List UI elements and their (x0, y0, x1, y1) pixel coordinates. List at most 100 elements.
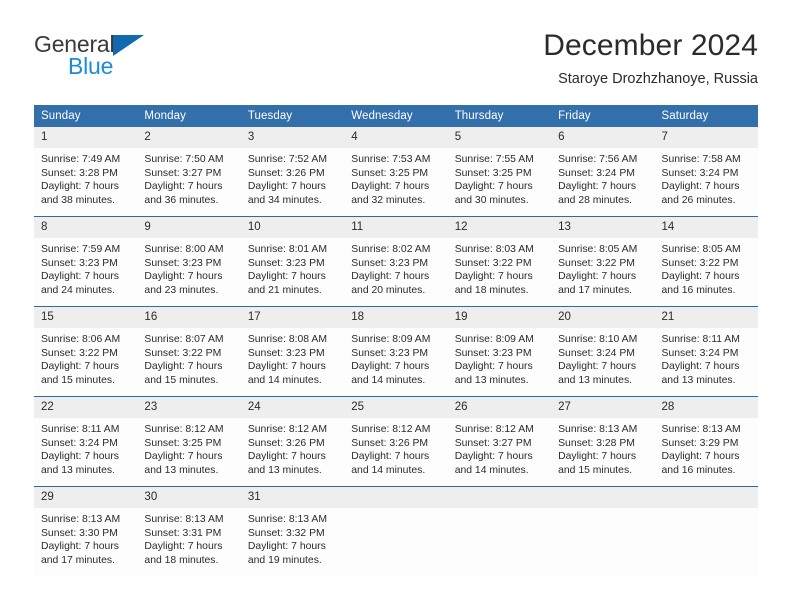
sunset-text: Sunset: 3:22 PM (144, 347, 222, 359)
daylight-text-line1: Daylight: 7 hours (351, 361, 430, 373)
day-number: 4 (344, 127, 448, 148)
daylight-text-line2: and 13 minutes. (41, 464, 115, 476)
calendar-day-cell[interactable]: 8 Sunrise: 7:59 AM Sunset: 3:23 PM Daylight… (34, 216, 138, 307)
calendar-day-cell[interactable]: 7 Sunrise: 7:58 AM Sunset: 3:24 PM Daylight… (654, 127, 758, 217)
calendar-day-cell[interactable]: 16 Sunrise: 8:07 AM Sunset: 3:22 PM Dayligh… (137, 306, 241, 397)
day-number: 28 (654, 397, 758, 418)
daylight-text-line1: Daylight: 7 hours (454, 451, 533, 463)
sunset-text: Sunset: 3:24 PM (558, 167, 635, 179)
sunrise-text: Sunrise: 7:50 AM (144, 154, 224, 165)
day-number: 12 (447, 217, 552, 238)
daylight-text-line1: Daylight: 7 hours (41, 181, 119, 193)
sunrise-text: Sunrise: 8:13 AM (41, 514, 121, 525)
calendar-day-cell[interactable]: 11 Sunrise: 8:02 AM Sunset: 3:23 PM Dayligh… (344, 216, 448, 307)
calendar-day-cell[interactable]: 12 Sunrise: 8:03 AM Sunset: 3:22 PM Dayligh… (447, 216, 552, 307)
calendar-week-row: 22 Sunrise: 8:11 AM Sunset: 3:24 PM Dayligh… (34, 396, 758, 487)
sunset-text: Sunset: 3:23 PM (247, 257, 325, 269)
day-details: Sunrise: 7:55 AM Sunset: 3:25 PM Daylight:… (448, 148, 551, 207)
daylight-text-line2: and 32 minutes. (351, 194, 426, 206)
sunset-text: Sunset: 3:25 PM (144, 437, 222, 449)
calendar-day-cell[interactable]: 31 Sunrise: 8:13 AM Sunset: 3:32 PM Dayligh… (240, 486, 345, 576)
daylight-text-line1: Daylight: 7 hours (454, 361, 533, 373)
daylight-text-line2: and 28 minutes. (558, 194, 633, 206)
calendar-day-cell[interactable]: 3 Sunrise: 7:52 AM Sunset: 3:26 PM Daylight… (240, 127, 345, 217)
day-details: Sunrise: 8:13 AM Sunset: 3:29 PM Daylight:… (655, 418, 758, 477)
sunrise-text: Sunrise: 7:58 AM (661, 154, 741, 165)
daylight-text-line2: and 18 minutes. (454, 284, 529, 296)
brand-logo[interactable]: General Blue (34, 32, 254, 90)
calendar-day-cell[interactable]: 17 Sunrise: 8:08 AM Sunset: 3:23 PM Dayligh… (240, 306, 345, 397)
daylight-text-line2: and 15 minutes. (41, 374, 115, 386)
calendar-day-cell[interactable]: 28 Sunrise: 8:13 AM Sunset: 3:29 PM Dayligh… (654, 396, 758, 487)
day-details: Sunrise: 7:59 AM Sunset: 3:23 PM Daylight:… (34, 238, 137, 297)
day-number: 13 (551, 217, 655, 238)
day-details: Sunrise: 8:13 AM Sunset: 3:31 PM Daylight:… (137, 508, 240, 567)
daylight-text-line2: and 14 minutes. (454, 464, 529, 476)
day-number: 19 (447, 307, 552, 328)
day-number: 30 (137, 487, 241, 508)
calendar-day-cell[interactable]: 30 Sunrise: 8:13 AM Sunset: 3:31 PM Dayligh… (137, 486, 241, 576)
daylight-text-line2: and 13 minutes. (661, 374, 736, 386)
calendar-day-cell[interactable]: 25 Sunrise: 8:12 AM Sunset: 3:26 PM Dayligh… (344, 396, 448, 487)
day-details: Sunrise: 7:49 AM Sunset: 3:28 PM Daylight:… (34, 148, 137, 207)
calendar-day-cell[interactable]: 18 Sunrise: 8:09 AM Sunset: 3:23 PM Dayligh… (344, 306, 448, 397)
sunset-text: Sunset: 3:24 PM (661, 347, 739, 359)
calendar-day-cell[interactable]: 21 Sunrise: 8:11 AM Sunset: 3:24 PM Dayligh… (654, 306, 758, 397)
daylight-text-line2: and 16 minutes. (661, 464, 736, 476)
calendar-day-cell-empty (654, 486, 758, 576)
sunrise-text: Sunrise: 8:02 AM (351, 244, 431, 255)
sunset-text: Sunset: 3:23 PM (351, 347, 429, 359)
day-details: Sunrise: 8:01 AM Sunset: 3:23 PM Daylight:… (241, 238, 344, 297)
calendar-day-cell[interactable]: 24 Sunrise: 8:12 AM Sunset: 3:26 PM Dayligh… (240, 396, 345, 487)
sunrise-text: Sunrise: 8:07 AM (144, 334, 224, 345)
calendar-day-cell[interactable]: 6 Sunrise: 7:56 AM Sunset: 3:24 PM Daylight… (551, 127, 655, 217)
brand-name-blue: Blue (68, 53, 114, 79)
calendar-day-cell[interactable]: 4 Sunrise: 7:53 AM Sunset: 3:25 PM Daylight… (344, 127, 448, 217)
daylight-text-line2: and 17 minutes. (41, 554, 115, 566)
day-number: 9 (137, 217, 241, 238)
day-number: 23 (137, 397, 241, 418)
calendar-day-cell[interactable]: 13 Sunrise: 8:05 AM Sunset: 3:22 PM Dayligh… (551, 216, 655, 307)
day-details: Sunrise: 8:00 AM Sunset: 3:23 PM Daylight:… (137, 238, 240, 297)
calendar-day-cell[interactable]: 19 Sunrise: 8:09 AM Sunset: 3:23 PM Dayligh… (447, 306, 552, 397)
calendar-day-cell[interactable]: 27 Sunrise: 8:13 AM Sunset: 3:28 PM Dayligh… (551, 396, 655, 487)
day-details: Sunrise: 8:02 AM Sunset: 3:23 PM Daylight:… (344, 238, 447, 297)
day-number: 3 (240, 127, 345, 148)
daylight-text-line1: Daylight: 7 hours (661, 451, 740, 463)
title-block: December 2024 Staroye Drozhzhanoye, Russ… (543, 28, 758, 90)
sunset-text: Sunset: 3:23 PM (41, 257, 118, 269)
daylight-text-line1: Daylight: 7 hours (558, 361, 637, 373)
calendar-day-cell[interactable]: 22 Sunrise: 8:11 AM Sunset: 3:24 PM Dayligh… (34, 396, 138, 487)
calendar-day-cell[interactable]: 23 Sunrise: 8:12 AM Sunset: 3:25 PM Dayligh… (137, 396, 241, 487)
sunset-text: Sunset: 3:24 PM (558, 347, 635, 359)
sunrise-text: Sunrise: 7:52 AM (247, 154, 327, 165)
day-number: 27 (551, 397, 655, 418)
calendar-day-cell[interactable]: 26 Sunrise: 8:12 AM Sunset: 3:27 PM Dayligh… (447, 396, 552, 487)
calendar-day-cell[interactable]: 29 Sunrise: 8:13 AM Sunset: 3:30 PM Dayligh… (34, 486, 138, 576)
sunrise-text: Sunrise: 8:09 AM (351, 334, 431, 345)
calendar-day-cell[interactable]: 10 Sunrise: 8:01 AM Sunset: 3:23 PM Dayligh… (240, 216, 345, 307)
calendar-week-row: 8 Sunrise: 7:59 AM Sunset: 3:23 PM Daylight… (34, 216, 758, 307)
sunset-text: Sunset: 3:23 PM (144, 257, 222, 269)
daylight-text-line2: and 16 minutes. (661, 284, 736, 296)
sunrise-text: Sunrise: 8:05 AM (661, 244, 741, 255)
day-number: 8 (34, 217, 138, 238)
daylight-text-line1: Daylight: 7 hours (41, 271, 119, 283)
day-details: Sunrise: 8:13 AM Sunset: 3:28 PM Daylight:… (551, 418, 654, 477)
daylight-text-line2: and 18 minutes. (144, 554, 219, 566)
calendar-day-cell[interactable]: 1 Sunrise: 7:49 AM Sunset: 3:28 PM Daylight… (34, 127, 138, 217)
day-number: 29 (34, 487, 138, 508)
calendar-day-cell[interactable]: 20 Sunrise: 8:10 AM Sunset: 3:24 PM Dayligh… (551, 306, 655, 397)
daylight-text-line1: Daylight: 7 hours (661, 181, 740, 193)
daylight-text-line1: Daylight: 7 hours (144, 181, 223, 193)
calendar-day-cell[interactable]: 15 Sunrise: 8:06 AM Sunset: 3:22 PM Dayligh… (34, 306, 138, 397)
calendar-day-cell[interactable]: 14 Sunrise: 8:05 AM Sunset: 3:22 PM Dayligh… (654, 216, 758, 307)
calendar-day-cell[interactable]: 2 Sunrise: 7:50 AM Sunset: 3:27 PM Daylight… (137, 127, 241, 217)
day-number (447, 487, 552, 508)
calendar-day-cell[interactable]: 9 Sunrise: 8:00 AM Sunset: 3:23 PM Daylight… (137, 216, 241, 307)
day-details: Sunrise: 8:09 AM Sunset: 3:23 PM Daylight:… (448, 328, 551, 387)
day-number: 20 (551, 307, 655, 328)
day-details: Sunrise: 7:50 AM Sunset: 3:27 PM Daylight:… (137, 148, 240, 207)
daylight-text-line2: and 21 minutes. (247, 284, 322, 296)
calendar-day-cell[interactable]: 5 Sunrise: 7:55 AM Sunset: 3:25 PM Daylight… (447, 127, 552, 217)
